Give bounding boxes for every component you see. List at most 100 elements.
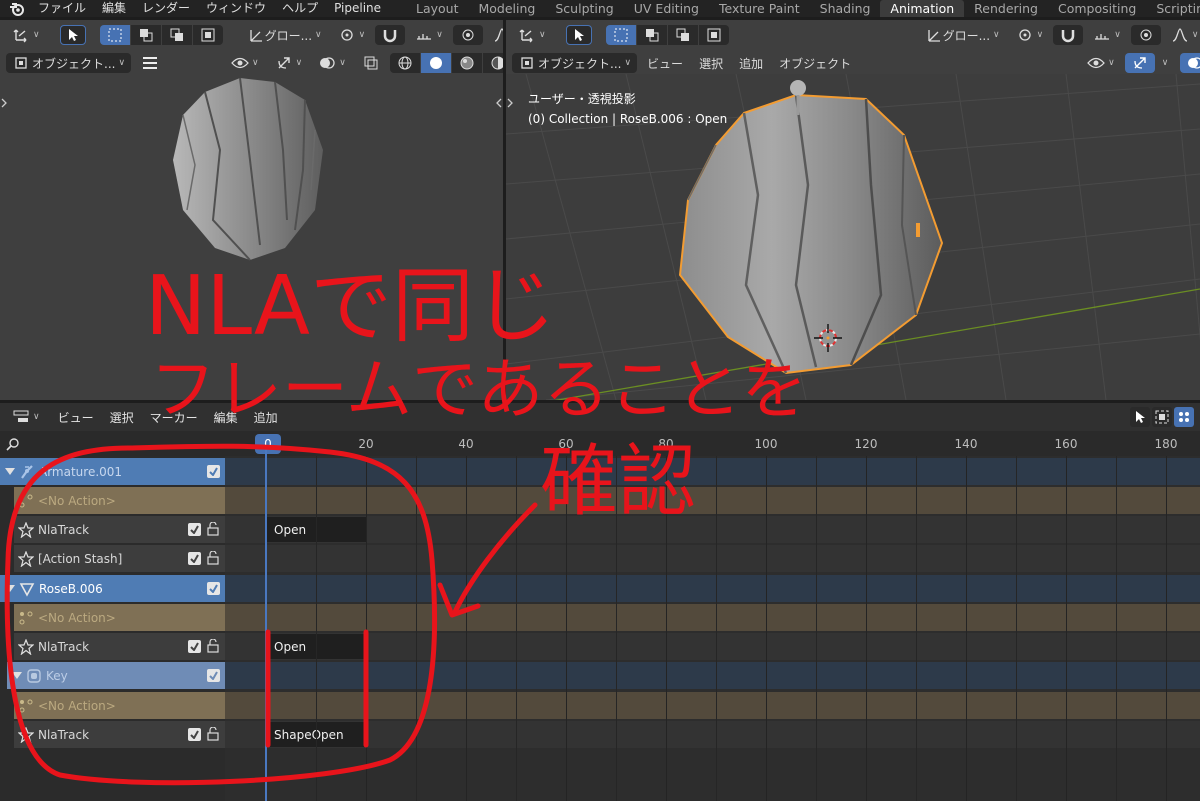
channel-checkbox[interactable] xyxy=(207,669,220,682)
channel-action-stash[interactable]: [Action Stash] xyxy=(14,545,225,572)
nla-frame-all-button[interactable] xyxy=(1152,407,1172,427)
menu-edit[interactable]: 編集 xyxy=(94,0,134,17)
channel-checkbox[interactable] xyxy=(207,582,220,595)
sidebar-expand-icon[interactable] xyxy=(495,97,503,109)
frame-ruler[interactable]: 20 40 60 80 100 120 140 160 180 xyxy=(225,431,1200,456)
nla-select-tool-button[interactable] xyxy=(1130,407,1150,427)
transform-orientation-dropdown[interactable]: グロー... ∨ xyxy=(919,25,1006,45)
pivot-point-dropdown[interactable]: ∨ xyxy=(1010,25,1050,45)
snap-toggle[interactable] xyxy=(375,25,406,45)
channel-nlatrack-armature[interactable]: NlaTrack xyxy=(14,516,225,543)
nla-editor-type-button[interactable]: ∨ xyxy=(6,407,46,427)
nla-menu-edit[interactable]: 編集 xyxy=(206,409,246,426)
transform-orientation-dropdown[interactable]: グロー... ∨ xyxy=(241,25,328,45)
tab-texture-paint[interactable]: Texture Paint xyxy=(709,0,810,17)
star-icon[interactable] xyxy=(18,638,34,655)
shading-material-button[interactable] xyxy=(451,53,482,73)
nla-editor[interactable]: ∨ ビュー 選択 マーカー 編集 追加 20 40 60 80 100 120 140 160… xyxy=(0,403,1200,801)
menu-window[interactable]: ウィンドウ xyxy=(198,0,274,17)
select-new-button[interactable] xyxy=(99,25,130,45)
playhead-line[interactable] xyxy=(265,445,267,801)
menu-add[interactable]: 追加 xyxy=(733,53,769,73)
viewport-left[interactable]: ∨ グロー... ∨ ∨ ∨ オブジェクト... ∨ ∨ ∨ ∨ xyxy=(0,20,503,400)
blender-logo-icon[interactable] xyxy=(8,1,24,17)
visibility-dropdown[interactable]: ∨ xyxy=(1081,53,1121,73)
mode-dropdown[interactable]: オブジェクト... ∨ xyxy=(512,53,638,73)
nla-menu-marker[interactable]: マーカー xyxy=(142,409,206,426)
tab-scripting[interactable]: Scripting xyxy=(1146,0,1200,17)
nla-track-area[interactable]: Open Open ShapeOpen xyxy=(225,456,1200,801)
channel-no-action-armature[interactable]: <No Action> xyxy=(14,487,225,514)
expand-triangle-icon[interactable] xyxy=(12,672,22,679)
tab-uv-editing[interactable]: UV Editing xyxy=(624,0,709,17)
snap-target-dropdown[interactable]: ∨ xyxy=(409,25,449,45)
menu-object[interactable]: オブジェクト xyxy=(773,53,857,73)
select-subtract-button[interactable] xyxy=(667,25,698,45)
search-icon[interactable] xyxy=(6,437,20,451)
select-extend-button[interactable] xyxy=(130,25,161,45)
falloff-dropdown[interactable]: ∨ xyxy=(487,25,503,45)
select-subtract-button[interactable] xyxy=(161,25,192,45)
proportional-edit-toggle[interactable] xyxy=(1130,25,1161,45)
snap-target-dropdown[interactable]: ∨ xyxy=(1087,25,1127,45)
channel-nlatrack-key[interactable]: NlaTrack xyxy=(14,721,225,748)
unlock-icon[interactable] xyxy=(206,727,220,741)
channel-checkbox[interactable] xyxy=(188,728,201,741)
tab-sculpting[interactable]: Sculpting xyxy=(545,0,623,17)
shading-wireframe-button[interactable] xyxy=(389,53,420,73)
nla-menu-add[interactable]: 追加 xyxy=(246,409,286,426)
menu-render[interactable]: レンダー xyxy=(134,0,198,17)
viewport-right[interactable]: ∨ グロー... ∨ ∨ ∨ ∨ オブジェクト... ∨ ビュー 選択 追加 オ… xyxy=(506,20,1200,400)
nla-menu-view[interactable]: ビュー xyxy=(50,409,102,426)
editor-type-button[interactable]: ∨ xyxy=(6,25,46,45)
star-icon[interactable] xyxy=(18,726,34,743)
select-intersect-button[interactable] xyxy=(192,25,223,45)
current-frame-indicator[interactable]: 0 xyxy=(255,434,281,454)
channel-checkbox[interactable] xyxy=(207,465,220,478)
mesh-preview-left[interactable] xyxy=(165,70,335,265)
shading-solid-button[interactable] xyxy=(420,53,451,73)
chevron-down-icon[interactable]: ∨ xyxy=(1162,58,1169,68)
menu-help[interactable]: ヘルプ xyxy=(274,0,326,17)
hamburger-menu-button[interactable] xyxy=(135,53,165,73)
tab-animation[interactable]: Animation xyxy=(880,0,965,17)
toolbar-expand-icon[interactable] xyxy=(506,97,514,109)
editor-type-button[interactable]: ∨ xyxy=(512,25,552,45)
tab-rendering[interactable]: Rendering xyxy=(964,0,1048,17)
snap-toggle[interactable] xyxy=(1053,25,1084,45)
channel-nlatrack-rose[interactable]: NlaTrack xyxy=(14,633,225,660)
tab-compositing[interactable]: Compositing xyxy=(1048,0,1146,17)
mesh-rose-selected[interactable] xyxy=(666,75,956,395)
gizmo-toggle[interactable] xyxy=(1124,53,1155,73)
unlock-icon[interactable] xyxy=(206,522,220,536)
expand-triangle-icon[interactable] xyxy=(5,468,15,475)
tab-modeling[interactable]: Modeling xyxy=(469,0,546,17)
overlay-toggle[interactable] xyxy=(1180,53,1200,73)
channel-roseb-006[interactable]: RoseB.006 xyxy=(0,575,225,602)
mode-dropdown[interactable]: オブジェクト... ∨ xyxy=(6,53,132,73)
channel-shape-key[interactable]: Key xyxy=(7,662,225,689)
select-intersect-button[interactable] xyxy=(698,25,729,45)
channel-checkbox[interactable] xyxy=(188,523,201,536)
nla-filter-button[interactable] xyxy=(1174,407,1194,427)
channel-checkbox[interactable] xyxy=(188,640,201,653)
select-tool-button[interactable] xyxy=(565,25,592,45)
menu-select[interactable]: 選択 xyxy=(693,53,729,73)
expand-triangle-icon[interactable] xyxy=(5,585,15,592)
menu-pipeline[interactable]: Pipeline xyxy=(326,0,389,17)
unlock-icon[interactable] xyxy=(206,639,220,653)
select-extend-button[interactable] xyxy=(636,25,667,45)
menu-view[interactable]: ビュー xyxy=(641,53,689,73)
pivot-point-dropdown[interactable]: ∨ xyxy=(332,25,372,45)
channel-armature-001[interactable]: Armature.001 xyxy=(0,458,225,485)
channel-no-action-rose[interactable]: <No Action> xyxy=(14,604,225,631)
channel-checkbox[interactable] xyxy=(188,552,201,565)
unlock-icon[interactable] xyxy=(206,551,220,565)
xray-toggle[interactable] xyxy=(356,53,386,73)
menu-file[interactable]: ファイル xyxy=(30,0,94,17)
nla-menu-select[interactable]: 選択 xyxy=(102,409,142,426)
tab-layout[interactable]: Layout xyxy=(406,0,469,17)
select-new-button[interactable] xyxy=(605,25,636,45)
select-tool-button[interactable] xyxy=(59,25,86,45)
falloff-dropdown[interactable]: ∨ xyxy=(1165,25,1200,45)
